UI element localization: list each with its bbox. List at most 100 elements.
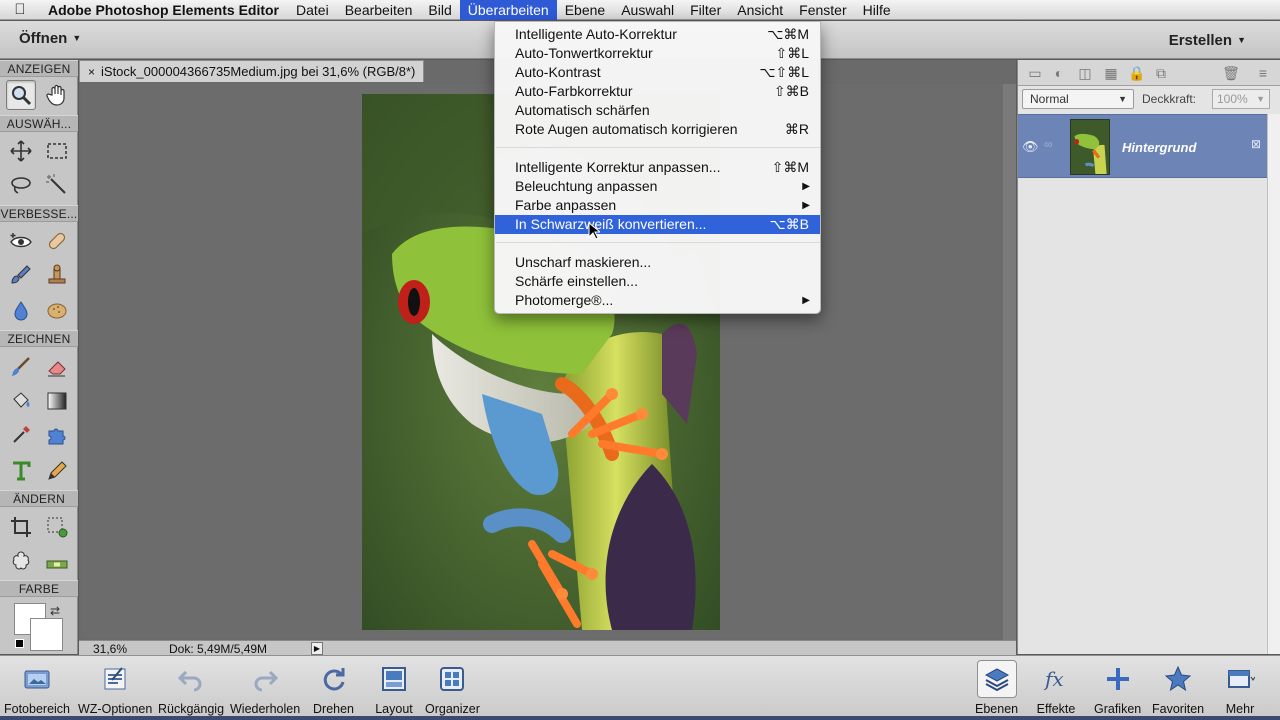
photo-bin-button[interactable]: Fotobereich <box>4 660 70 716</box>
eraser-tool[interactable] <box>42 352 72 382</box>
menu-bild[interactable]: Bild <box>420 0 459 20</box>
shape-tool[interactable] <box>42 420 72 450</box>
menu-item-adjust-sharpness[interactable]: Schärfe einstellen... <box>495 272 820 291</box>
layers-button[interactable]: Ebenen <box>975 660 1018 716</box>
close-icon[interactable]: × <box>88 65 95 79</box>
layers-scrollbar[interactable] <box>1267 114 1280 654</box>
menu-item-smart-auto-fix[interactable]: Intelligente Auto-Korrektur ⌥⌘M <box>495 25 820 44</box>
spot-healing-tool[interactable] <box>42 226 72 256</box>
zoom-level[interactable]: 31,6% <box>93 642 127 656</box>
submenu-arrow-icon: ▶ <box>802 295 810 306</box>
menu-bearbeiten[interactable]: Bearbeiten <box>337 0 421 20</box>
create-label: Erstellen <box>1168 32 1233 49</box>
clone-stamp-tool[interactable] <box>42 260 72 290</box>
move-tool[interactable] <box>6 136 36 166</box>
dock-strip <box>0 716 1280 720</box>
effects-button[interactable]: fx Effekte <box>1036 660 1076 716</box>
magic-wand-tool[interactable] <box>42 170 72 200</box>
organizer-button[interactable]: Organizer <box>425 660 480 716</box>
menu-item-unsharp-mask[interactable]: Unscharf maskieren... <box>495 253 820 272</box>
magic-wand-icon <box>46 174 66 194</box>
marquee-tool[interactable] <box>42 136 72 166</box>
default-colors-icon[interactable] <box>15 639 24 648</box>
menu-ebene[interactable]: Ebene <box>557 0 613 20</box>
favorites-button[interactable]: Favoriten <box>1152 660 1204 716</box>
lock-transparency-icon[interactable]: ▦ <box>1102 64 1120 82</box>
smart-brush-tool[interactable] <box>6 260 36 290</box>
straighten-tool[interactable] <box>42 546 72 576</box>
status-menu-arrow-icon[interactable]: ▶ <box>311 642 323 655</box>
menu-item-auto-color[interactable]: Auto-Farbkorrektur ⇧⌘B <box>495 82 820 101</box>
layout-button[interactable]: Layout <box>374 660 414 716</box>
rotate-button[interactable]: Drehen <box>313 660 354 716</box>
cookie-cutter-tool[interactable] <box>6 546 36 576</box>
panel-menu-icon[interactable]: ≡ <box>1254 64 1272 82</box>
menu-item-auto-red-eye[interactable]: Rote Augen automatisch korrigieren ⌘R <box>495 120 820 139</box>
graphics-button[interactable]: Grafiken <box>1094 660 1141 716</box>
blur-tool[interactable] <box>6 296 36 326</box>
menu-item-adjust-color[interactable]: Farbe anpassen ▶ <box>495 196 820 215</box>
crop-tool[interactable] <box>6 512 36 542</box>
recompose-tool[interactable] <box>42 512 72 542</box>
create-button[interactable]: Erstellen ▼ <box>1169 32 1246 49</box>
menu-ansicht[interactable]: Ansicht <box>729 0 791 20</box>
menu-datei[interactable]: Datei <box>288 0 337 20</box>
background-color-swatch[interactable] <box>30 618 63 651</box>
layer-item-hintergrund[interactable]: 👁 ∞ Hintergrund ⊠ <box>1018 114 1280 178</box>
vertical-scrollbar[interactable] <box>1003 84 1016 640</box>
menu-item-label: In Schwarzweiß konvertieren... <box>515 216 707 232</box>
open-button[interactable]: Öffnen ▼ <box>19 30 81 47</box>
brush-icon <box>11 265 31 284</box>
apple-icon[interactable]:  <box>0 1 40 18</box>
paint-bucket-tool[interactable] <box>6 386 36 416</box>
brush-tool[interactable] <box>6 352 36 382</box>
document-tab[interactable]: × iStock_000004366735Medium.jpg bei 31,6%… <box>79 60 424 82</box>
rect-marquee-icon <box>47 143 67 159</box>
gradient-tool[interactable] <box>42 386 72 416</box>
menu-item-auto-contrast[interactable]: Auto-Kontrast ⌥⇧⌘L <box>495 63 820 82</box>
menu-item-label: Beleuchtung anpassen <box>515 178 658 194</box>
pencil-tool[interactable] <box>42 456 72 486</box>
sponge-tool[interactable] <box>42 296 72 326</box>
link-chain-icon[interactable]: ∞ <box>1044 137 1053 151</box>
menu-item-label: Photomerge®... <box>515 292 614 308</box>
redo-button[interactable]: Wiederholen <box>230 660 300 716</box>
link-layers-icon[interactable]: ⧉ <box>1152 64 1170 82</box>
organizer-label: Organizer <box>425 702 480 716</box>
app-name-menu[interactable]: Adobe Photoshop Elements Editor <box>40 2 288 18</box>
swap-colors-icon[interactable]: ⇄ <box>50 604 60 618</box>
menu-item-auto-levels[interactable]: Auto-Tonwertkorrektur ⇧⌘L <box>495 44 820 63</box>
stamp-icon <box>48 264 66 284</box>
more-panel-icon <box>1228 670 1255 688</box>
tool-options-button[interactable]: WZ-Optionen <box>78 660 152 716</box>
menu-item-auto-sharpen[interactable]: Automatisch schärfen <box>495 101 820 120</box>
text-tool[interactable] <box>6 456 36 486</box>
menu-item-adjust-smart-fix[interactable]: Intelligente Korrektur anpassen... ⇧⌘M <box>495 158 820 177</box>
trash-icon[interactable]: 🗑 <box>1222 64 1240 82</box>
hand-tool[interactable] <box>42 80 72 110</box>
undo-button[interactable]: Rückgängig <box>158 660 224 716</box>
lasso-tool[interactable] <box>6 170 36 200</box>
menu-hilfe[interactable]: Hilfe <box>855 0 899 20</box>
red-eye-tool[interactable] <box>6 226 36 256</box>
opacity-field[interactable]: 100% ▼ <box>1212 89 1270 109</box>
menu-filter[interactable]: Filter <box>682 0 729 20</box>
zoom-tool[interactable] <box>6 80 36 110</box>
menu-item-convert-black-white[interactable]: In Schwarzweiß konvertieren... ⌥⌘B <box>495 215 820 234</box>
menu-fenster[interactable]: Fenster <box>791 0 854 20</box>
menu-auswahl[interactable]: Auswahl <box>613 0 682 20</box>
adjustment-layer-icon[interactable]: ◐ <box>1050 64 1068 82</box>
new-layer-icon[interactable]: ▭ <box>1026 64 1044 82</box>
eyedropper-tool[interactable] <box>6 420 36 450</box>
layer-mask-icon[interactable]: ◫ <box>1076 64 1094 82</box>
tool-options-label: WZ-Optionen <box>78 702 153 716</box>
magnifier-icon <box>12 86 32 106</box>
more-button[interactable]: Mehr <box>1220 660 1260 716</box>
rotate-icon <box>323 668 344 691</box>
visibility-eye-icon[interactable]: 👁 <box>1022 139 1039 155</box>
menu-item-adjust-lighting[interactable]: Beleuchtung anpassen ▶ <box>495 177 820 196</box>
blend-mode-select[interactable]: Normal ▼ <box>1022 89 1134 109</box>
menu-item-photomerge[interactable]: Photomerge®... ▶ <box>495 291 820 310</box>
lock-icon[interactable]: 🔒 <box>1128 64 1146 82</box>
menu-ueberarbeiten[interactable]: Überarbeiten <box>459 0 557 20</box>
